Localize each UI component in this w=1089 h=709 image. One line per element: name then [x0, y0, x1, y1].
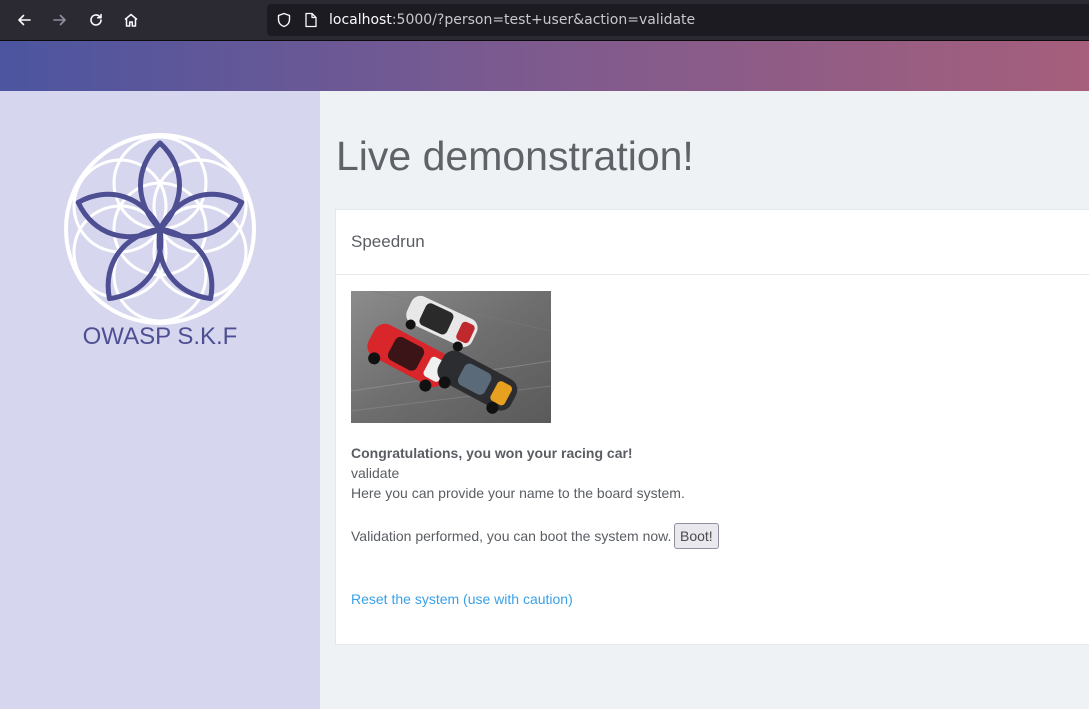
top-banner [0, 41, 1089, 91]
boot-button[interactable]: Boot! [674, 523, 719, 549]
shield-icon[interactable] [276, 12, 292, 28]
home-icon [124, 13, 138, 27]
brand-name: OWASP S.K.F [82, 323, 238, 350]
address-bar[interactable]: localhost:5000/?person=test+user&action=… [267, 4, 1089, 36]
browser-toolbar: localhost:5000/?person=test+user&action=… [0, 0, 1089, 41]
arrow-left-icon [18, 14, 31, 26]
url-path: :5000/?person=test+user&action=validate [391, 12, 696, 28]
action-value: validate [351, 465, 400, 481]
speedrun-card: Speedrun Congratulations, you won your r… [335, 209, 1089, 645]
racing-cars-image [351, 291, 551, 423]
congratulations-message: Congratulations, you won your racing car… [351, 445, 633, 461]
url-host: localhost [329, 12, 392, 28]
forward-button[interactable] [48, 8, 72, 32]
card-header: Speedrun [336, 210, 1089, 275]
back-button[interactable] [12, 8, 36, 32]
arrow-right-icon [53, 14, 66, 26]
sidebar: OWASP S.K.F [0, 91, 320, 709]
validation-text: Validation performed, you can boot the s… [351, 528, 672, 544]
reset-system-link[interactable]: Reset the system (use with caution) [351, 591, 573, 607]
url-text[interactable]: localhost:5000/?person=test+user&action=… [329, 12, 695, 28]
reload-button[interactable] [84, 8, 108, 32]
page-title: Live demonstration! [336, 133, 694, 179]
info-text: Here you can provide your name to the bo… [351, 485, 685, 501]
page-icon [305, 12, 317, 28]
owasp-skf-logo-icon [64, 133, 256, 325]
reload-icon [90, 13, 102, 26]
home-button[interactable] [119, 8, 143, 32]
